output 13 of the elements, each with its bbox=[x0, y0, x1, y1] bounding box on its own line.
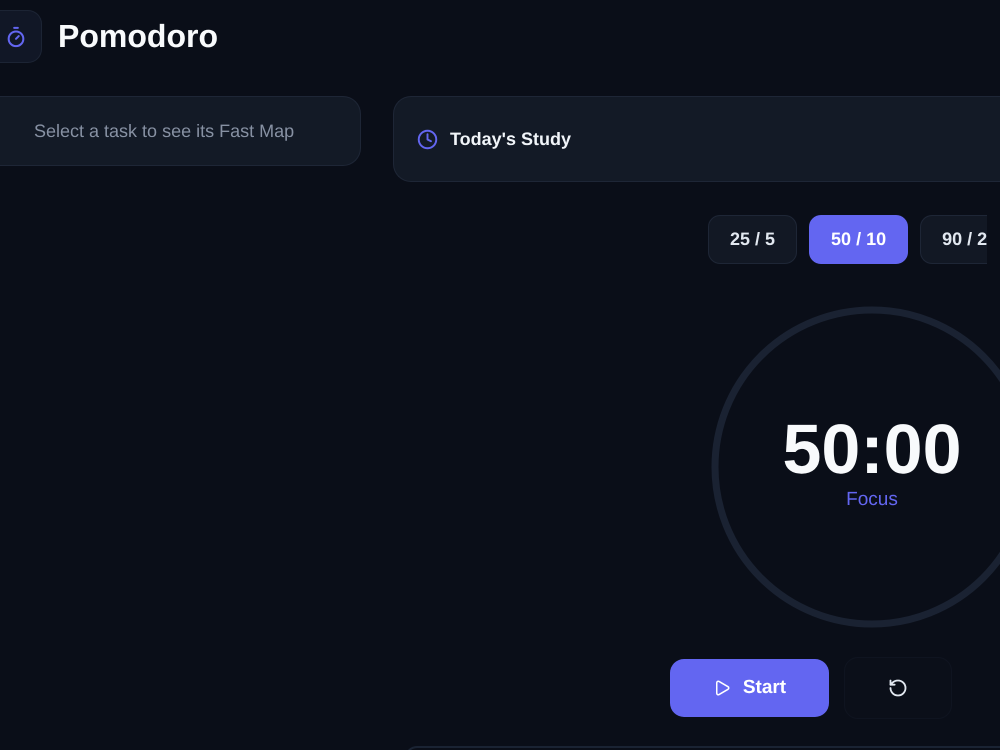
stopwatch-icon bbox=[0, 10, 42, 63]
start-button[interactable]: Start bbox=[670, 659, 829, 717]
preset-button[interactable]: 25 / 5 bbox=[708, 215, 798, 264]
empty-state-message: Select a task to see its Fast Map bbox=[34, 120, 294, 142]
reset-icon bbox=[888, 678, 908, 698]
app-title: Pomodoro bbox=[58, 18, 218, 55]
clock-icon bbox=[417, 128, 438, 150]
timer-display: 50:00 bbox=[782, 414, 962, 484]
reset-button[interactable] bbox=[844, 657, 952, 719]
study-title: Today's Study bbox=[450, 128, 571, 150]
preset-button[interactable]: 90 / 2 bbox=[920, 215, 988, 264]
preset-button[interactable]: 50 / 10 bbox=[809, 215, 908, 264]
timer-mode: Focus bbox=[846, 490, 898, 509]
